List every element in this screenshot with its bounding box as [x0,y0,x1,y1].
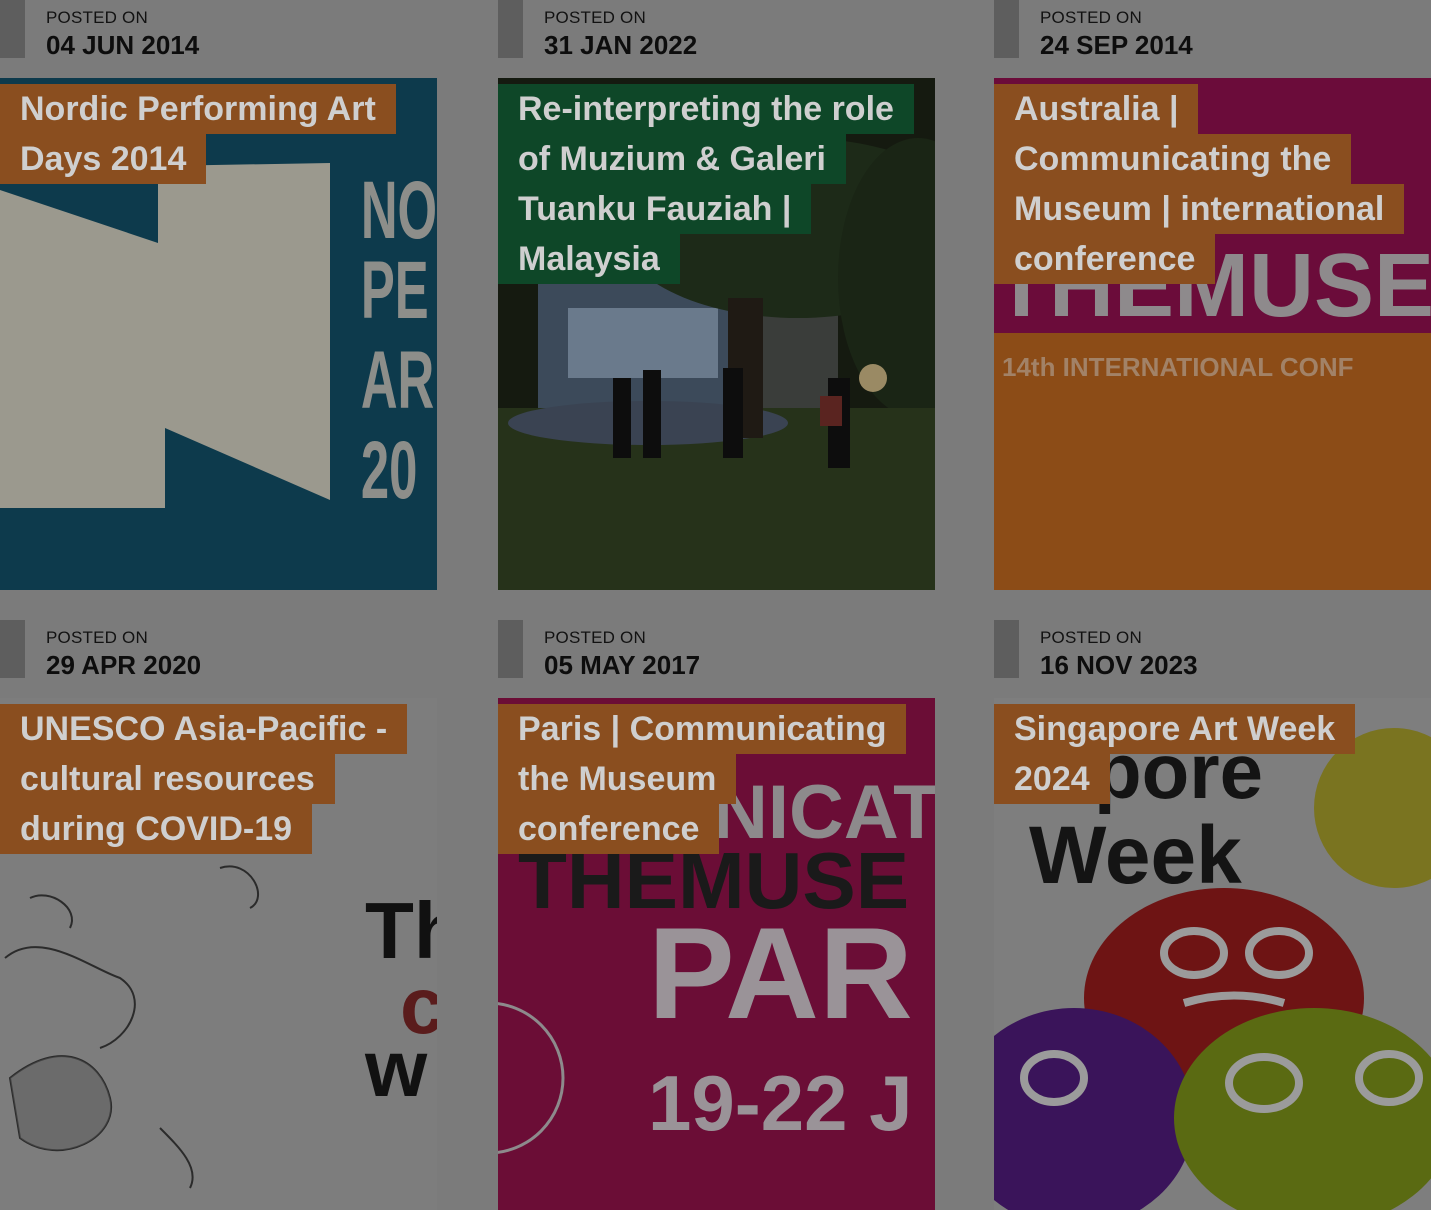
posted-on-label: POSTED ON [46,628,148,647]
post-title-link[interactable]: Singapore Art Week 2024 [994,704,1374,804]
post-title-link[interactable]: Paris | Communicating the Museum confere… [498,704,907,854]
posted-on-label: POSTED ON [544,8,646,27]
meta-accent-bar [0,0,25,58]
thumb-text: 14th INTERNATIONAL CONF [1002,352,1353,382]
post-date: 16 NOV 2023 [1040,650,1198,680]
post-title-link[interactable]: Australia | Communicating the Museum | i… [994,84,1405,284]
post-date: 05 MAY 2017 [544,650,701,680]
post-title-link[interactable]: Re-interpreting the role of Muzium & Gal… [498,84,914,284]
meta-accent-bar [498,620,523,678]
post-title-link[interactable]: UNESCO Asia-Pacific - cultural resources… [0,704,408,854]
post-title[interactable]: Paris | Communicating the Museum confere… [498,704,907,854]
post-meta: POSTED ON 29 APR 2020 [0,620,437,682]
post-date: 24 SEP 2014 [1040,30,1193,60]
post-date: 04 JUN 2014 [46,30,200,60]
post-meta: POSTED ON 31 JAN 2022 [498,0,935,62]
post-meta: POSTED ON 16 NOV 2023 [994,620,1431,682]
post-title[interactable]: UNESCO Asia-Pacific - cultural resources… [0,704,408,854]
thumb-text: Week [1029,810,1242,901]
thumb-text: 20 [361,425,418,516]
thumb-text: PAR [648,900,913,1046]
post-title-link[interactable]: Nordic Performing Art Days 2014 [0,84,400,184]
post-title[interactable]: Re-interpreting the role of Muzium & Gal… [498,84,914,284]
meta-accent-bar [498,0,523,58]
post-date: 29 APR 2020 [46,650,202,680]
post-meta: POSTED ON 05 MAY 2017 [498,620,935,682]
posted-on-label: POSTED ON [46,8,148,27]
post-title[interactable]: Australia | Communicating the Museum | i… [994,84,1405,284]
post-meta: POSTED ON 04 JUN 2014 [0,0,437,62]
posted-on-label: POSTED ON [1040,8,1142,27]
post-meta: POSTED ON 24 SEP 2014 [994,0,1431,62]
posted-on-label: POSTED ON [544,628,646,647]
thumb-text: PE [361,245,429,336]
meta-accent-bar [994,0,1019,58]
post-date: 31 JAN 2022 [544,30,698,60]
post-title[interactable]: Singapore Art Week 2024 [994,704,1356,804]
thumb-text: w [364,1024,428,1113]
meta-accent-bar [994,620,1019,678]
thumb-text: 19-22 J [648,1059,913,1147]
posted-on-label: POSTED ON [1040,628,1142,647]
thumb-text: AR [361,335,434,426]
post-title[interactable]: Nordic Performing Art Days 2014 [0,84,396,184]
meta-accent-bar [0,620,25,678]
